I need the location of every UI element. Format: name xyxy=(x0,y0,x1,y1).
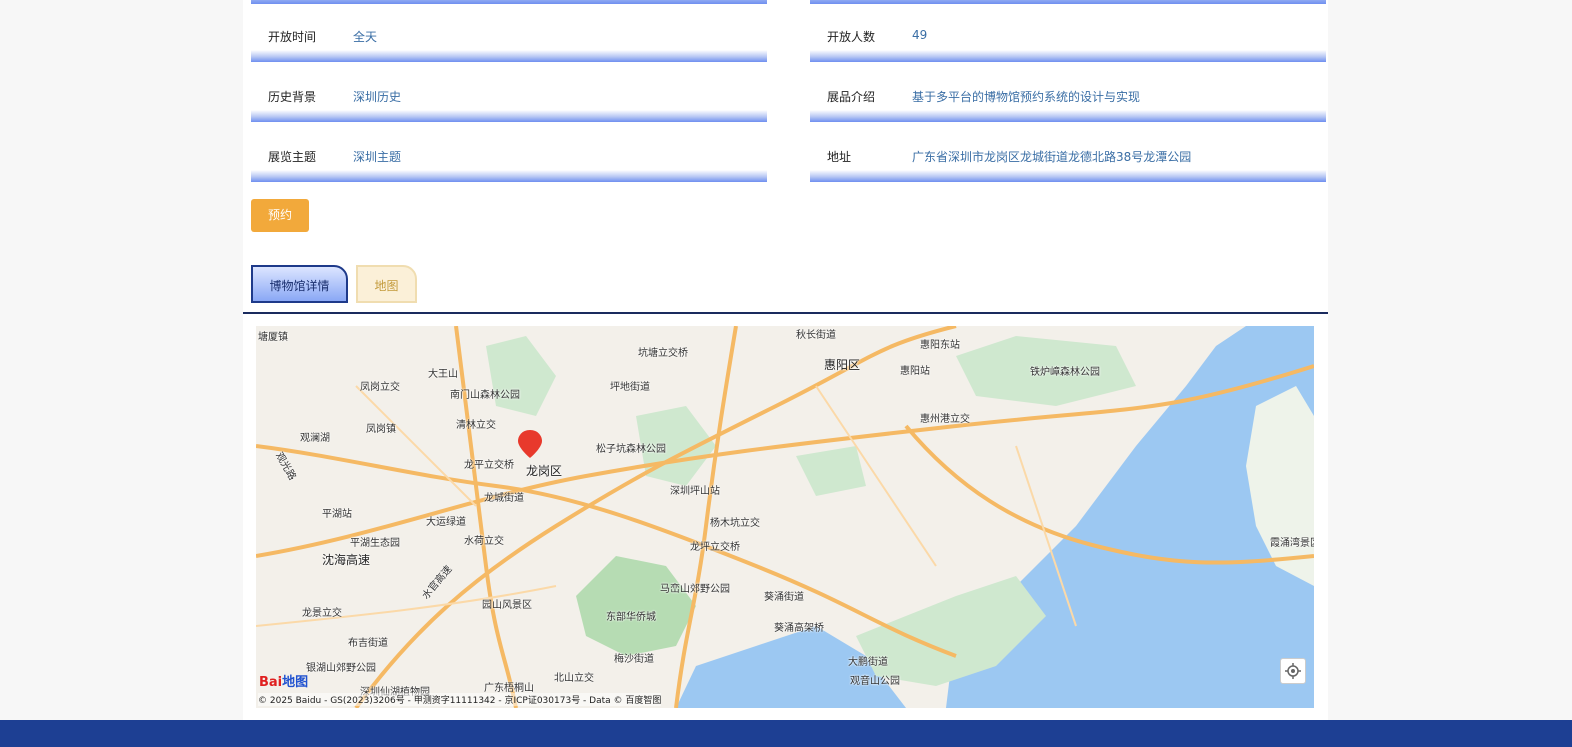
map-label: 南门山森林公园 xyxy=(450,390,520,401)
map-label: 清林立交 xyxy=(456,420,496,431)
map-label: 松子坑森林公园 xyxy=(596,444,666,455)
map-background xyxy=(256,326,1314,708)
info-row-exhibits: 展品介绍 基于多平台的博物馆预约系统的设计与实现 xyxy=(810,60,1326,122)
map-label: 杨木坑立交 xyxy=(710,518,760,529)
locate-button[interactable] xyxy=(1280,658,1306,684)
info-label: 开放时间 xyxy=(268,30,317,44)
map-label: 水荷立交 xyxy=(464,536,504,547)
map-label: 观音山公园 xyxy=(850,676,900,687)
info-label: 展览主题 xyxy=(268,150,317,164)
map-label: 坑塘立交桥 xyxy=(638,348,688,359)
map-label: 马峦山郊野公园 xyxy=(660,584,730,595)
map-label: 霞涌湾景区 xyxy=(1270,538,1314,549)
map-label: 东部华侨城 xyxy=(606,612,656,623)
row-divider xyxy=(251,170,767,182)
location-marker-icon xyxy=(518,430,542,458)
map-label: 惠阳站 xyxy=(900,366,930,377)
map-label: 布吉街道 xyxy=(348,638,388,649)
map-label: 龙景立交 xyxy=(302,608,342,619)
map-label: 大鹏街道 xyxy=(848,657,888,668)
map-label: 银湖山郊野公园 xyxy=(306,663,376,674)
map-label: 深圳坪山站 xyxy=(670,486,720,497)
map-label: 龙平立交桥 xyxy=(464,460,514,471)
baidu-map[interactable]: 惠阳区 惠阳东站 惠阳站 铁炉嶂森林公园 惠州港立交 坑塘立交桥 坪地街道 松子… xyxy=(256,326,1314,708)
map-label: 葵涌高架桥 xyxy=(774,623,824,634)
tab-map[interactable]: 地图 xyxy=(356,265,417,303)
info-label: 历史背景 xyxy=(268,90,317,104)
map-label: 梅沙街道 xyxy=(614,654,654,665)
map-label: 惠阳区 xyxy=(824,358,861,372)
map-copyright: © 2025 Baidu - GS(2023)3206号 - 甲测资字11111… xyxy=(258,693,662,706)
page-footer xyxy=(0,720,1572,747)
map-label: 惠阳东站 xyxy=(920,340,960,351)
info-label: 地址 xyxy=(827,150,852,164)
info-row-open-time: 开放时间 全天 xyxy=(251,0,767,62)
map-label: 广东梧桐山 xyxy=(484,683,534,694)
baidu-map-logo: Bai地图 xyxy=(259,671,308,690)
map-label: 塘厦镇 xyxy=(258,332,288,343)
map-label: 大王山 xyxy=(428,369,458,380)
crosshair-icon xyxy=(1285,663,1301,679)
info-value: 基于多平台的博物馆预约系统的设计与实现 xyxy=(912,90,1141,104)
info-value: 全天 xyxy=(353,30,378,44)
map-label: 铁炉嶂森林公园 xyxy=(1030,367,1100,378)
row-divider xyxy=(810,170,1326,182)
tab-museum-detail[interactable]: 博物馆详情 xyxy=(251,265,348,303)
info-row-history: 历史背景 深圳历史 xyxy=(251,60,767,122)
map-label: 葵涌街道 xyxy=(764,592,804,603)
info-row-address: 地址 广东省深圳市龙岗区龙城街道龙德北路38号龙潭公园 xyxy=(810,120,1326,182)
info-row-theme: 展览主题 深圳主题 xyxy=(251,120,767,182)
map-label: 凤岗立交 xyxy=(360,382,400,393)
map-label: 观澜湖 xyxy=(300,433,330,444)
map-label: 大运绿道 xyxy=(426,517,466,528)
info-row-capacity: 开放人数 49 xyxy=(810,0,1326,62)
info-label: 开放人数 xyxy=(827,30,876,44)
info-value: 49 xyxy=(912,28,928,42)
tab-divider xyxy=(243,312,1328,314)
map-label: 龙岗区 xyxy=(526,464,563,478)
map-label: 沈海高速 xyxy=(322,553,371,567)
map-label: 秋长街道 xyxy=(796,330,836,341)
map-label: 坪地街道 xyxy=(610,382,650,393)
map-label: 龙坪立交桥 xyxy=(690,542,740,553)
info-value: 深圳历史 xyxy=(353,90,402,104)
map-label: 凤岗镇 xyxy=(366,424,396,435)
map-label: 平湖生态园 xyxy=(350,538,400,549)
map-label: 平湖站 xyxy=(322,509,352,520)
book-button[interactable]: 预约 xyxy=(251,199,309,232)
info-label: 展品介绍 xyxy=(827,90,876,104)
logo-subtext: 地图 xyxy=(282,675,309,690)
map-label: 园山风景区 xyxy=(482,600,532,611)
info-value: 深圳主题 xyxy=(353,150,402,164)
map-label: 惠州港立交 xyxy=(920,414,970,425)
map-label: 龙城街道 xyxy=(484,493,524,504)
map-label: 北山立交 xyxy=(554,673,594,684)
info-value: 广东省深圳市龙岗区龙城街道龙德北路38号龙潭公园 xyxy=(912,150,1192,164)
logo-text: Bai xyxy=(259,675,283,690)
